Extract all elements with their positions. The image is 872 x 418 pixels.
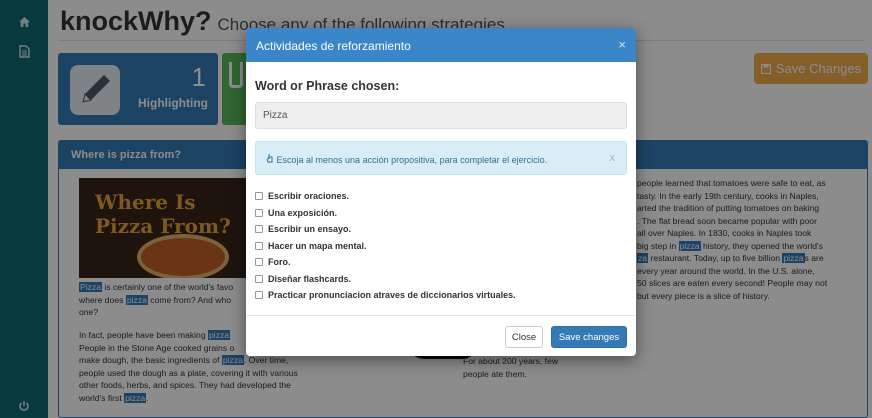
activity-options: Escribir oraciones. Una exposición. Escr… <box>255 188 627 304</box>
modal-close-icon[interactable]: × <box>618 37 626 52</box>
option-mapa-mental[interactable]: Hacer un mapa mental. <box>255 238 627 255</box>
option-checkbox[interactable] <box>255 208 263 217</box>
option-checkbox[interactable] <box>255 241 263 250</box>
option-label: Practicar pronunciacion atraves de dicci… <box>268 290 516 301</box>
option-foro[interactable]: Foro. <box>255 254 627 271</box>
option-checkbox[interactable] <box>255 192 263 201</box>
option-checkbox[interactable] <box>255 258 263 267</box>
save-changes-modal-button[interactable]: Save changes <box>551 326 627 348</box>
option-label: Escribir un ensayo. <box>268 224 352 235</box>
alert-text: Escoja al menos una acción propositiva, … <box>276 155 548 165</box>
option-checkbox[interactable] <box>255 225 263 234</box>
word-label: Word or Phrase chosen: <box>255 79 400 93</box>
option-checkbox[interactable] <box>255 274 263 283</box>
option-label: Hacer un mapa mental. <box>268 240 367 251</box>
option-flashcards[interactable]: Diseñar flashcards. <box>255 271 627 288</box>
alert-close-icon[interactable]: x <box>610 152 616 164</box>
modal-body: Word or Phrase chosen: Pizza Escoja al m… <box>246 62 636 304</box>
option-escribir-oraciones[interactable]: Escribir oraciones. <box>255 188 627 205</box>
option-pronunciacion[interactable]: Practicar pronunciacion atraves de dicci… <box>255 287 627 304</box>
reinforcement-modal: Actividades de reforzamiento × Word or P… <box>246 28 636 356</box>
option-label: Foro. <box>268 257 291 268</box>
close-button[interactable]: Close <box>505 326 543 348</box>
modal-title: Actividades de reforzamiento <box>256 39 411 53</box>
hand-pointer-icon <box>266 154 277 165</box>
modal-footer: Close Save changes <box>246 315 636 356</box>
option-una-exposicion[interactable]: Una exposición. <box>255 205 627 222</box>
modal-header: Actividades de reforzamiento × <box>246 28 636 62</box>
option-checkbox[interactable] <box>255 291 263 300</box>
option-escribir-ensayo[interactable]: Escribir un ensayo. <box>255 221 627 238</box>
option-label: Diseñar flashcards. <box>268 273 352 284</box>
option-label: Una exposición. <box>268 207 338 218</box>
chosen-word-field[interactable]: Pizza <box>255 102 627 129</box>
info-alert: Escoja al menos una acción propositiva, … <box>255 141 627 175</box>
option-label: Escribir oraciones. <box>268 191 350 202</box>
